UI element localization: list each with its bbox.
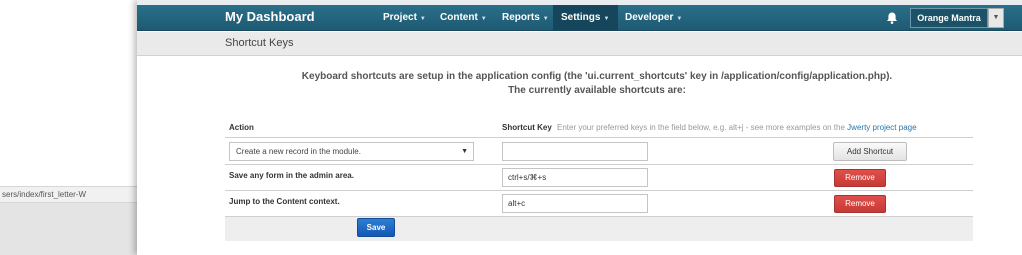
shortcut-input[interactable]: ctrl+s/⌘+s — [502, 168, 648, 187]
hint-text: Enter your preferred keys in the field b… — [557, 123, 845, 132]
page-header: Shortcut Keys — [137, 32, 1022, 56]
add-shortcut-button[interactable]: Add Shortcut — [833, 142, 907, 161]
nav-developer[interactable]: Developer ▼ — [617, 5, 690, 31]
table-row: Jump to the Content context. alt+c Remov… — [225, 191, 973, 217]
caret-down-icon: ▼ — [603, 16, 610, 22]
app-window: My Dashboard Project ▼ Content ▼ Reports ▼ … — [137, 0, 1022, 255]
shortcut-input[interactable]: alt+c — [502, 194, 648, 213]
nav-project-label: Project — [383, 12, 417, 23]
nav-developer-label: Developer — [625, 12, 674, 23]
table-row: Save any form in the admin area. ctrl+s/… — [225, 165, 973, 191]
jwerty-link[interactable]: Jwerty project page — [847, 123, 916, 132]
row-action-label: Save any form in the admin area. — [229, 171, 354, 180]
select-arrow-icon: ▼ — [461, 148, 468, 155]
new-shortcut-input[interactable] — [502, 142, 648, 161]
nav-content[interactable]: Content ▼ — [432, 5, 495, 31]
remove-button[interactable]: Remove — [834, 195, 886, 213]
nav-reports[interactable]: Reports ▼ — [494, 5, 557, 31]
brand-logo[interactable]: My Dashboard — [225, 9, 315, 24]
caret-down-icon: ▼ — [419, 16, 426, 22]
header-action: Action — [229, 123, 254, 132]
background-panel — [0, 203, 140, 255]
header-shortcut-key: Shortcut Key — [502, 123, 552, 132]
new-shortcut-row: Create a new record in the module. ▼ Add… — [225, 139, 973, 165]
nav-content-label: Content — [440, 12, 478, 23]
row-action-label: Jump to the Content context. — [229, 197, 340, 206]
save-row: Save — [225, 217, 973, 241]
remove-button[interactable]: Remove — [834, 169, 886, 187]
table-header: Action Shortcut Key Enter your preferred… — [225, 120, 973, 138]
caret-down-icon: ▼ — [542, 16, 549, 22]
action-select-value: Create a new record in the module. — [236, 147, 361, 156]
intro-line-2: The currently available shortcuts are: — [508, 85, 686, 96]
bell-icon[interactable] — [885, 11, 899, 25]
user-dropdown-caret-icon[interactable]: ▼ — [988, 8, 1004, 28]
nav-settings-label: Settings — [561, 12, 601, 23]
intro-line-1: Keyboard shortcuts are setup in the appl… — [301, 71, 893, 82]
nav-reports-label: Reports — [502, 12, 540, 23]
save-button[interactable]: Save — [357, 218, 395, 237]
caret-down-icon: ▼ — [676, 16, 683, 22]
top-navbar: My Dashboard Project ▼ Content ▼ Reports ▼ … — [137, 0, 1022, 31]
header-hint: Enter your preferred keys in the field b… — [557, 123, 917, 132]
action-select[interactable]: Create a new record in the module. ▼ — [229, 142, 474, 161]
page-title: Shortcut Keys — [225, 37, 294, 49]
caret-down-icon: ▼ — [480, 16, 487, 22]
intro-text: Keyboard shortcuts are setup in the appl… — [227, 70, 967, 98]
nav-project[interactable]: Project ▼ — [375, 5, 434, 31]
background-page: sers/index/first_letter-W — [0, 0, 140, 255]
user-menu[interactable]: Orange Mantra — [910, 8, 988, 28]
status-bar-url: sers/index/first_letter-W — [0, 186, 140, 203]
nav-settings[interactable]: Settings ▼ — [553, 5, 618, 31]
